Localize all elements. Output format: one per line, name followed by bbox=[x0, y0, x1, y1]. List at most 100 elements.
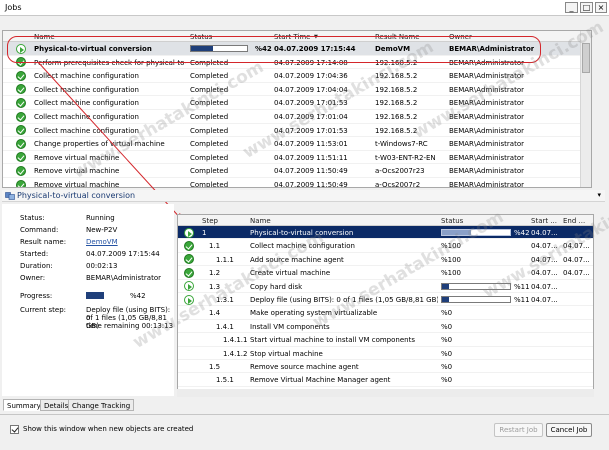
step-name: Collect machine configuration bbox=[250, 242, 355, 251]
job-name: Collect machine configuration bbox=[34, 85, 139, 94]
step-number: 1.1 bbox=[209, 242, 221, 251]
step-row[interactable]: 1.3.1 Deploy file (using BITS): 0 of 1 fi… bbox=[178, 293, 593, 307]
check-icon bbox=[184, 267, 194, 278]
selection-highlight bbox=[7, 36, 541, 63]
step-row[interactable]: 1.4.1.2 Stop virtual machine %0 bbox=[178, 347, 593, 360]
maximize-button[interactable]: □ bbox=[580, 2, 593, 13]
close-button[interactable]: × bbox=[595, 2, 607, 13]
step-row[interactable]: 1.1.1 Add source machine agent %100 04.07..… bbox=[178, 253, 593, 267]
step-status: %0 bbox=[441, 363, 453, 371]
col-step-status-header[interactable]: Status bbox=[441, 217, 463, 225]
job-owner: BEMAR\Administrator bbox=[449, 167, 524, 176]
col-step-name-header[interactable]: Name bbox=[250, 217, 271, 225]
step-number: 1.3 bbox=[209, 282, 221, 291]
job-start-time: 04.07.2009 11:50:49 bbox=[274, 181, 348, 188]
check-icon bbox=[16, 125, 26, 136]
step-row[interactable]: 1.3 Copy hard disk %11 04.07... bbox=[178, 280, 593, 293]
show-window-checkbox[interactable] bbox=[10, 425, 19, 434]
job-row[interactable]: Change properties of virtual machine Comp… bbox=[3, 137, 591, 151]
job-row[interactable]: Remove virtual machine Completed 04.07.200… bbox=[3, 164, 591, 178]
cancel-job-button[interactable]: Cancel Job bbox=[546, 423, 592, 437]
col-step-start-header[interactable]: Start ... bbox=[531, 217, 557, 225]
step-name: Stop virtual machine bbox=[250, 349, 323, 358]
step-number: 1.5 bbox=[209, 363, 221, 371]
steps-grid-header: Step Name Status Start ... End ... bbox=[178, 215, 593, 226]
step-name: Install VM components bbox=[250, 322, 330, 331]
step-number: 1.2 bbox=[209, 269, 221, 278]
prop-value: BEMAR\Administrator bbox=[86, 274, 161, 282]
job-row[interactable]: Collect machine configuration Completed 04… bbox=[3, 83, 591, 97]
job-row[interactable]: Remove virtual machine Completed 04.07.200… bbox=[3, 178, 591, 188]
jobs-vertical-scrollbar[interactable] bbox=[580, 31, 591, 187]
step-status: %11 bbox=[514, 282, 530, 291]
step-name: Copy hard disk bbox=[250, 282, 303, 291]
minimize-button[interactable]: _ bbox=[565, 2, 578, 13]
prop-value: Running bbox=[86, 214, 115, 222]
progress-label: Progress: bbox=[20, 292, 53, 300]
job-owner: BEMAR\Administrator bbox=[449, 181, 524, 188]
scrollbar-thumb[interactable] bbox=[582, 43, 590, 73]
prop-label: Status: bbox=[20, 214, 45, 222]
step-name: Remove source machine agent bbox=[250, 363, 359, 371]
window-titlebar: Jobs _ □ × bbox=[0, 0, 609, 16]
step-name: Create virtual machine bbox=[250, 269, 331, 278]
job-row[interactable]: Collect machine configuration Completed 04… bbox=[3, 124, 591, 138]
steps-horizontal-scrollbar[interactable] bbox=[177, 389, 594, 397]
step-number: 1 bbox=[202, 229, 207, 237]
job-properties: Status: Running Command: New-P2V Result name… bbox=[2, 204, 174, 396]
step-number: 1.3.1 bbox=[216, 296, 234, 304]
result-name-link[interactable]: DemoVM bbox=[86, 238, 118, 246]
step-number: 1.5.1 bbox=[216, 376, 234, 385]
step-number: 1.4.1.2 bbox=[223, 349, 248, 358]
step-row[interactable]: 1.4 Make operating system virtualizable %0 bbox=[178, 306, 593, 320]
job-result-name: t-Windows7-RC bbox=[375, 140, 428, 149]
check-icon bbox=[16, 152, 26, 163]
col-step-header[interactable]: Step bbox=[202, 217, 218, 225]
step-row[interactable]: 1.5.1 Remove Virtual Machine Manager agen… bbox=[178, 373, 593, 387]
job-name: Collect machine configuration bbox=[34, 126, 139, 135]
prop-label: Duration: bbox=[20, 262, 53, 270]
job-start-time: 04.07.2009 17:01:53 bbox=[274, 126, 348, 135]
step-number: 1.4.1 bbox=[216, 322, 234, 331]
step-start: 04.07... bbox=[531, 296, 558, 304]
p2v-icon bbox=[5, 192, 15, 200]
job-start-time: 04.07.2009 17:01:53 bbox=[274, 99, 348, 108]
prop-label: Result name: bbox=[20, 238, 67, 246]
check-icon bbox=[16, 84, 26, 95]
job-row[interactable]: Remove virtual machine Completed 04.07.200… bbox=[3, 151, 591, 165]
step-name: Add source machine agent bbox=[250, 255, 344, 264]
step-row[interactable]: 1.4.1 Install VM components %0 bbox=[178, 320, 593, 334]
current-step-label: Current step: bbox=[20, 306, 67, 314]
collapse-chevron-icon[interactable]: ▾ bbox=[597, 191, 601, 199]
window-footer: Show this window when new objects are cr… bbox=[0, 414, 609, 450]
prop-label: Command: bbox=[20, 226, 59, 234]
step-status: %0 bbox=[441, 376, 453, 385]
step-start: 04.07... bbox=[531, 255, 558, 264]
running-icon bbox=[184, 227, 194, 238]
restart-job-button[interactable]: Restart Job bbox=[494, 423, 543, 437]
step-row[interactable]: 1.2 Create virtual machine %100 04.07... 04.… bbox=[178, 266, 593, 280]
tab-change-tracking[interactable]: Change Tracking bbox=[68, 399, 135, 411]
job-row[interactable]: Collect machine configuration Completed 04… bbox=[3, 69, 591, 83]
step-row[interactable]: 1.5 Remove source machine agent %0 bbox=[178, 360, 593, 374]
check-icon bbox=[184, 240, 194, 251]
col-step-end-header[interactable]: End ... bbox=[563, 217, 585, 225]
job-name: Remove virtual machine bbox=[34, 167, 120, 176]
step-row[interactable]: 1.1 Collect machine configuration %100 04.0… bbox=[178, 239, 593, 253]
job-row[interactable]: Collect machine configuration Completed 04… bbox=[3, 96, 591, 110]
step-row[interactable]: 1.4.1.1 Start virtual machine to install … bbox=[178, 333, 593, 347]
window-title: Jobs bbox=[5, 3, 22, 12]
job-row[interactable]: Collect machine configuration Completed 04… bbox=[3, 110, 591, 124]
step-name: Remove Virtual Machine Manager agent bbox=[250, 376, 391, 385]
job-owner: BEMAR\Administrator bbox=[449, 140, 524, 149]
step-row[interactable]: 1 Physical-to-virtual conversion %42 04.07.… bbox=[178, 226, 593, 240]
job-name: Collect machine configuration bbox=[34, 113, 139, 121]
step-progress-fill bbox=[442, 283, 450, 289]
job-status: Completed bbox=[190, 72, 229, 81]
step-progress-fill bbox=[442, 297, 450, 302]
tab-summary[interactable]: Summary bbox=[3, 399, 45, 411]
job-status: Completed bbox=[190, 140, 229, 149]
step-progress-bar bbox=[441, 296, 511, 303]
job-result-name: 192.168.5.2 bbox=[375, 126, 418, 135]
job-start-time: 04.07.2009 17:04:04 bbox=[274, 85, 348, 94]
